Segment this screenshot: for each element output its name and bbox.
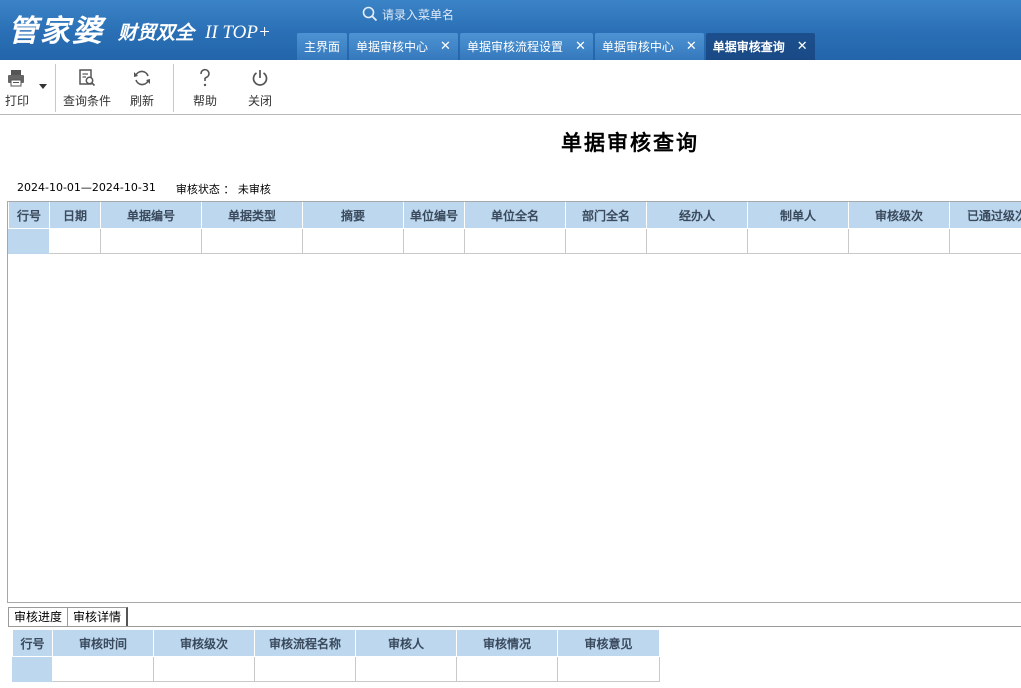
table-cell[interactable] [100, 228, 202, 254]
toolbar-divider [173, 64, 174, 112]
table-header-row: 行号 日期 单据编号 单据类型 摘要 单位编号 单位全名 部门全名 经办人 制单… [8, 202, 1021, 229]
printer-icon [8, 70, 24, 87]
tab-label: 单据审核中心 [601, 40, 674, 54]
detail-grid[interactable]: 行号 审核时间 审核级次 审核流程名称 审核人 审核情况 审核意见 [12, 630, 1021, 688]
toolbar: 打印 查询条件 刷新 帮助 关闭 [0, 60, 1021, 115]
tab-audit-center[interactable]: 单据审核中心 ✕ [349, 33, 458, 60]
toolbar-divider [55, 64, 56, 112]
close-icon[interactable]: ✕ [575, 39, 586, 54]
window-tabs: 主界面 单据审核中心 ✕ 单据审核流程设置 ✕ 单据审核中心 ✕ 单据审核查询 … [297, 33, 817, 60]
table-cell[interactable] [52, 656, 154, 682]
tab-label: 单据审核查询 [712, 40, 785, 54]
table-row[interactable] [8, 228, 1021, 254]
main-grid[interactable]: 行号 日期 单据编号 单据类型 摘要 单位编号 单位全名 部门全名 经办人 制单… [7, 201, 1021, 603]
refresh-label: 刷新 [130, 94, 155, 108]
table-cell[interactable] [646, 228, 748, 254]
table-header-row: 行号 审核时间 审核级次 审核流程名称 审核人 审核情况 审核意见 [12, 630, 660, 657]
refresh-icon [134, 70, 150, 86]
date-range: 2024-10-01—2024-10-31 [17, 181, 156, 194]
logo-version: II TOP+ [205, 22, 271, 43]
col-header[interactable]: 单据类型 [201, 202, 303, 229]
col-header[interactable]: 经办人 [646, 202, 748, 229]
col-header[interactable]: 单位编号 [403, 202, 465, 229]
col-header[interactable]: 审核级次 [848, 202, 950, 229]
main-table: 行号 日期 单据编号 单据类型 摘要 单位编号 单位全名 部门全名 经办人 制单… [8, 202, 1021, 254]
query-label: 查询条件 [63, 94, 112, 108]
query-document-icon [79, 69, 96, 87]
close-label: 关闭 [248, 94, 273, 108]
col-header[interactable]: 单据编号 [100, 202, 202, 229]
table-cell[interactable] [355, 656, 457, 682]
tab-audit-flow-settings[interactable]: 单据审核流程设置 ✕ [459, 33, 593, 60]
col-header[interactable]: 审核级次 [153, 630, 255, 657]
table-cell[interactable] [848, 228, 950, 254]
tab-label: 单据审核流程设置 [466, 40, 563, 54]
col-header[interactable]: 行号 [12, 630, 53, 657]
row-number-cell [8, 228, 50, 254]
table-cell[interactable] [464, 228, 566, 254]
tab-audit-details[interactable]: 审核详情 [68, 607, 129, 626]
filter-summary: 2024-10-01—2024-10-31 审核状态 ： 未审核 [17, 181, 271, 197]
print-button[interactable]: 打印 [5, 68, 29, 109]
col-header[interactable]: 审核意见 [557, 630, 660, 657]
tab-audit-query[interactable]: 单据审核查询 ✕ [705, 33, 815, 60]
col-header[interactable]: 行号 [8, 202, 50, 229]
close-button[interactable]: 关闭 [248, 68, 272, 109]
page-title: 单据审核查询 [561, 130, 699, 155]
table-cell[interactable] [456, 656, 558, 682]
tab-divider [8, 626, 1021, 627]
col-header[interactable]: 审核流程名称 [254, 630, 356, 657]
print-label: 打印 [5, 94, 30, 108]
col-header[interactable]: 已通过级次 [949, 202, 1021, 229]
table-cell[interactable] [49, 228, 101, 254]
query-conditions-button[interactable]: 查询条件 [63, 68, 111, 109]
menu-search-placeholder: 请录入菜单名 [382, 7, 455, 22]
table-cell[interactable] [565, 228, 647, 254]
close-icon[interactable]: ✕ [797, 39, 808, 54]
app-header: 管家婆 财贸双全 II TOP+ 请录入菜单名 主界面 单据审核中心 ✕ 单据审… [0, 0, 1021, 60]
chevron-down-icon[interactable] [39, 84, 47, 89]
tab-label: 单据审核中心 [356, 40, 429, 54]
table-cell[interactable] [949, 228, 1021, 254]
col-header[interactable]: 单位全名 [464, 202, 566, 229]
tab-main[interactable]: 主界面 [297, 33, 348, 60]
refresh-button[interactable]: 刷新 [130, 68, 154, 109]
table-cell[interactable] [747, 228, 849, 254]
help-icon [200, 68, 210, 87]
col-header[interactable]: 审核时间 [52, 630, 154, 657]
logo-main: 管家婆 [8, 14, 104, 49]
search-icon [362, 6, 378, 22]
logo-sub: 财贸双全 [118, 22, 195, 44]
col-header[interactable]: 摘要 [302, 202, 404, 229]
table-cell[interactable] [201, 228, 303, 254]
row-number-cell [12, 656, 53, 682]
col-header[interactable]: 日期 [49, 202, 101, 229]
col-header[interactable]: 制单人 [747, 202, 849, 229]
close-icon[interactable]: ✕ [440, 39, 451, 54]
power-icon [252, 70, 268, 86]
menu-search[interactable]: 请录入菜单名 [362, 4, 562, 24]
close-icon[interactable]: ✕ [686, 39, 697, 54]
detail-table: 行号 审核时间 审核级次 审核流程名称 审核人 审核情况 审核意见 [12, 630, 660, 682]
tab-audit-progress[interactable]: 审核进度 [8, 607, 69, 626]
col-header[interactable]: 部门全名 [565, 202, 647, 229]
table-cell[interactable] [254, 656, 356, 682]
table-cell[interactable] [557, 656, 660, 682]
audit-status: 审核状态 ： 未审核 [175, 183, 271, 196]
table-row[interactable] [12, 656, 660, 682]
detail-tabs: 审核进度 审核详情 [8, 607, 129, 626]
table-cell[interactable] [403, 228, 465, 254]
help-label: 帮助 [193, 94, 218, 108]
table-cell[interactable] [153, 656, 255, 682]
col-header[interactable]: 审核情况 [456, 630, 558, 657]
col-header[interactable]: 审核人 [355, 630, 457, 657]
table-cell[interactable] [302, 228, 404, 254]
tab-audit-center-2[interactable]: 单据审核中心 ✕ [594, 33, 704, 60]
help-button[interactable]: 帮助 [193, 68, 217, 109]
tab-label: 主界面 [304, 40, 341, 54]
